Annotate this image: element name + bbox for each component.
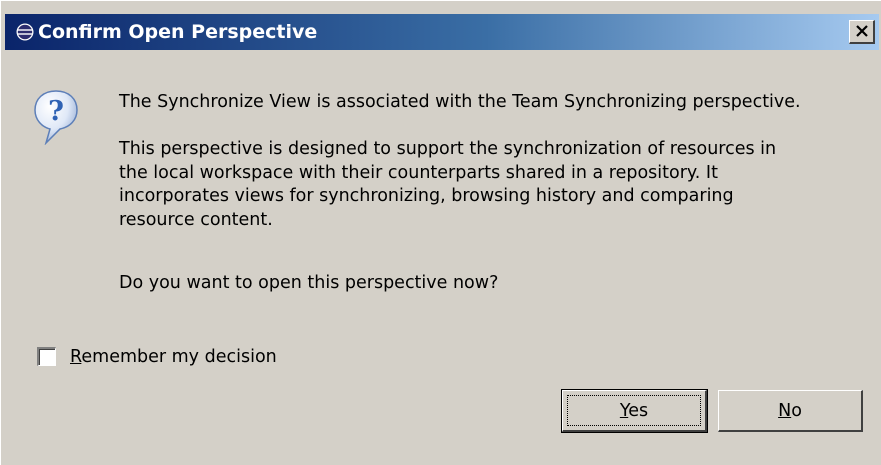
yes-button-label: Yes (563, 401, 705, 421)
message-body-line: incorporates views for synchronizing, br… (119, 186, 734, 206)
message-body-line: resource content. (119, 209, 273, 230)
label-rest: emember my decision (81, 347, 277, 367)
close-icon (856, 25, 868, 37)
close-button[interactable] (849, 20, 875, 44)
label-rest: es (628, 401, 649, 421)
message-body-line: the local workspace with their counterpa… (119, 162, 718, 183)
eclipse-icon (16, 23, 34, 41)
message-intro: The Synchronize View is associated with … (119, 92, 801, 112)
mnemonic-n: N (778, 401, 792, 421)
remember-decision-label: Remember my decision (70, 346, 277, 368)
message-body: This perspective is designed to support … (119, 138, 776, 232)
message-question: Do you want to open this perspective now… (119, 273, 499, 293)
svg-text:?: ? (48, 96, 64, 127)
dialog-title: Confirm Open Perspective (38, 21, 318, 43)
remember-decision-checkbox[interactable] (37, 347, 56, 366)
mnemonic-y: Y (619, 401, 629, 421)
no-button-label: No (719, 401, 861, 421)
title-bar[interactable]: Confirm Open Perspective (5, 14, 879, 50)
confirm-open-perspective-dialog: Confirm Open Perspective ? The Synchroni… (0, 0, 881, 465)
no-button[interactable]: No (718, 390, 863, 432)
message-body-line: This perspective is designed to support … (119, 139, 777, 159)
mnemonic-r: R (70, 347, 82, 367)
yes-button[interactable]: Yes (561, 389, 708, 433)
question-icon: ? (34, 90, 78, 145)
label-rest: o (791, 401, 802, 421)
